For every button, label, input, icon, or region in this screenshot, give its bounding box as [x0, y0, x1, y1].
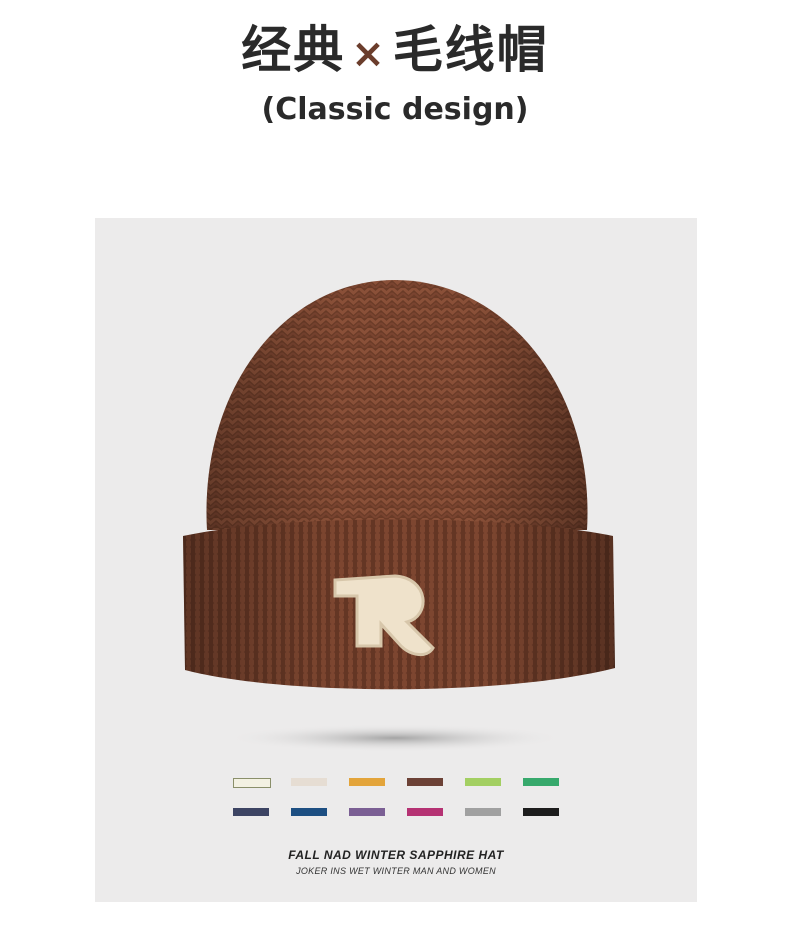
page-subtitle: (Classic design) [261, 92, 529, 127]
product-panel: FALL NAD WINTER SAPPHIRE HAT JOKER INS W… [95, 218, 697, 902]
page-title: 经典 × 毛线帽 [0, 18, 790, 86]
swatch[interactable] [349, 778, 385, 786]
title-separator: × [351, 31, 387, 77]
swatch[interactable] [349, 808, 385, 816]
swatch[interactable] [233, 808, 269, 816]
caption-main: FALL NAD WINTER SAPPHIRE HAT [288, 848, 504, 862]
swatch[interactable] [465, 778, 501, 786]
swatch[interactable] [291, 778, 327, 786]
swatch[interactable] [407, 808, 443, 816]
swatch[interactable] [465, 808, 501, 816]
caption-sub: JOKER INS WET WINTER MAN AND WOMEN [296, 866, 496, 876]
beanie-hat-image [183, 280, 615, 752]
title-part-classic: 经典 [241, 21, 346, 79]
swatch[interactable] [233, 778, 271, 788]
swatch[interactable] [523, 778, 559, 786]
swatch[interactable] [407, 778, 443, 786]
swatch[interactable] [291, 808, 327, 816]
swatch[interactable] [523, 808, 559, 816]
title-part-knit-hat: 毛线帽 [392, 21, 549, 79]
